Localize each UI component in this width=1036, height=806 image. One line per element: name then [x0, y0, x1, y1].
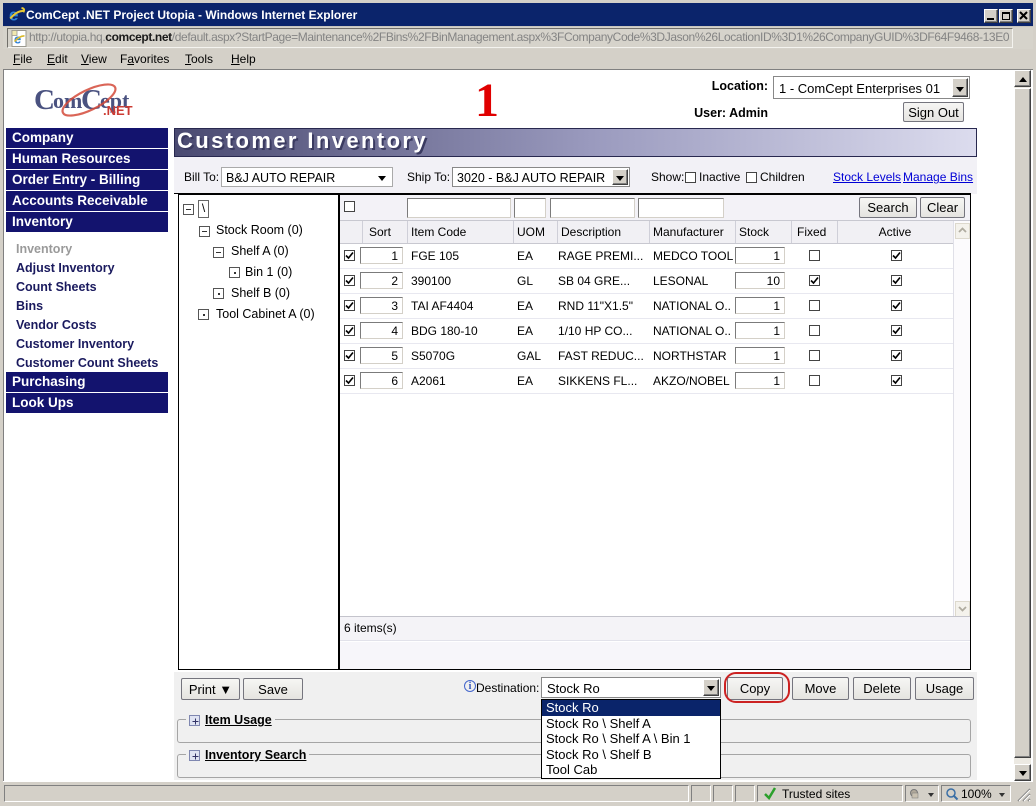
- svg-text:om: om: [53, 88, 82, 113]
- svg-text:.NET: .NET: [103, 103, 133, 118]
- svg-text:C: C: [34, 84, 55, 116]
